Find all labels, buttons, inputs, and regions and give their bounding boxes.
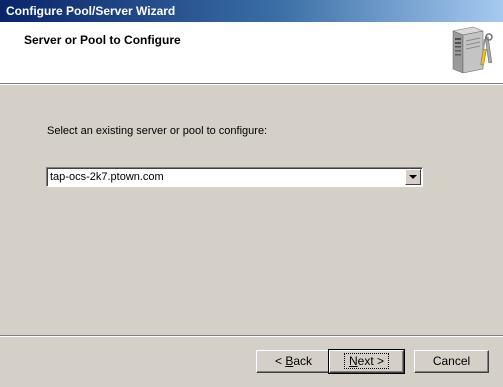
back-button-arrow: <: [274, 354, 286, 368]
back-button[interactable]: < Back: [256, 350, 331, 373]
back-button-label: ack: [293, 354, 313, 368]
next-button-mnemonic: N: [348, 354, 358, 368]
server-pool-dropdown-value: tap-ocs-2k7.ptown.com: [50, 171, 164, 183]
cancel-button-label: Cancel: [432, 354, 471, 368]
page-title: Server or Pool to Configure: [24, 33, 181, 47]
wizard-header: Server or Pool to Configure: [0, 22, 503, 83]
chevron-down-icon: [409, 175, 417, 179]
next-button[interactable]: Next >: [328, 349, 405, 374]
server-pool-dropdown[interactable]: tap-ocs-2k7.ptown.com: [46, 167, 423, 187]
next-button-label: ext >: [357, 354, 385, 368]
server-with-tools-icon: [443, 25, 495, 77]
title-bar[interactable]: Configure Pool/Server Wizard: [0, 0, 503, 22]
focus-indicator: Next >: [343, 353, 390, 369]
header-divider-highlight: [0, 84, 503, 85]
dropdown-button[interactable]: [405, 169, 421, 185]
window-title: Configure Pool/Server Wizard: [6, 4, 176, 18]
server-select-label: Select an existing server or pool to con…: [47, 125, 268, 137]
wizard-window: Configure Pool/Server Wizard Server or P…: [0, 0, 503, 387]
cancel-button[interactable]: Cancel: [414, 350, 489, 373]
footer-divider-highlight: [0, 336, 503, 337]
